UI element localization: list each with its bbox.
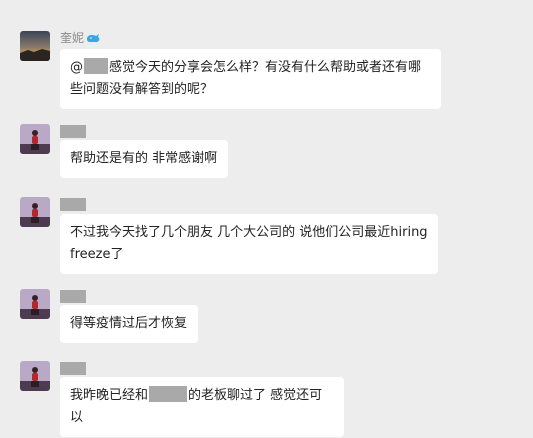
avatar-person[interactable] (20, 124, 50, 154)
message-4: 得等疫情过后才恢复 (20, 289, 320, 349)
message-text-before: 我昨晚已经和 (70, 388, 149, 403)
message-bubble[interactable]: @ 感觉今天的分享会怎么样？有没有什么帮助或者还有哪些问题没有解答到的呢？ (60, 49, 441, 109)
redacted-text (149, 386, 188, 402)
sender-name (60, 289, 86, 303)
redacted-name (60, 125, 86, 138)
sender-name (60, 361, 86, 375)
message-text: 不过我今天找了几个朋友 几个大公司的 说他们公司最近hiring freeze了 (70, 225, 428, 262)
message-3: 不过我今天找了几个朋友 几个大公司的 说他们公司最近hiring freeze了 (20, 197, 470, 277)
sender-name: 奎妮 (60, 31, 102, 45)
sender-name (60, 197, 86, 211)
sender-name (60, 124, 86, 138)
avatar-person[interactable] (20, 197, 50, 227)
redacted-name (60, 290, 86, 303)
avatar-sunset[interactable] (20, 31, 50, 61)
message-bubble[interactable]: 帮助还是有的 非常感谢啊 (60, 140, 228, 178)
message-text: 感觉今天的分享会怎么样？有没有什么帮助或者还有哪些问题没有解答到的呢？ (70, 60, 422, 97)
redacted-name (60, 362, 86, 375)
message-2: 帮助还是有的 非常感谢啊 (20, 124, 320, 184)
message-bubble[interactable]: 得等疫情过后才恢复 (60, 305, 198, 343)
message-5: 我昨晚已经和 的老板聊过了 感觉还可以 (20, 361, 420, 437)
mention-prefix: @ (70, 60, 83, 75)
message-text: 帮助还是有的 非常感谢啊 (70, 151, 218, 166)
avatar-person[interactable] (20, 289, 50, 319)
redacted-mention (84, 58, 108, 74)
whale-icon (86, 32, 102, 47)
message-text: 得等疫情过后才恢复 (70, 316, 188, 331)
message-1: 奎妮 @ 感觉今天的分享会怎么样？有没有什么帮助或者还有哪些问题没有解答到的呢？ (20, 31, 520, 111)
message-bubble[interactable]: 我昨晚已经和 的老板聊过了 感觉还可以 (60, 377, 344, 437)
message-bubble[interactable]: 不过我今天找了几个朋友 几个大公司的 说他们公司最近hiring freeze了 (60, 214, 438, 274)
redacted-name (60, 198, 86, 211)
avatar-person[interactable] (20, 361, 50, 391)
